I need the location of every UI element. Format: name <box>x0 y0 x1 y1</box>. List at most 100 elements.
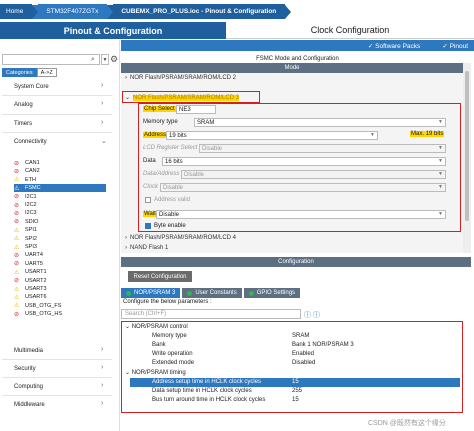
peripheral-item[interactable]: ⊘ USART2 <box>14 277 106 285</box>
disabled-icon: ⊘ <box>14 210 20 217</box>
peripheral-label: I2C3 <box>25 210 37 217</box>
category-view-tabs: Categories A->Z <box>2 68 57 77</box>
reset-configuration-button[interactable]: Reset Configuration <box>128 271 192 282</box>
param-name: Bank <box>152 342 166 348</box>
tab-user-constants[interactable]: User Constants <box>182 288 242 298</box>
peripheral-item[interactable]: ⚠ SPI1 <box>14 226 106 234</box>
tab-pinout-configuration[interactable]: Pinout & Configuration <box>0 22 226 39</box>
chip-select-field[interactable]: NE3 <box>176 105 216 114</box>
category-security[interactable]: Security <box>14 366 36 372</box>
peripheral-item[interactable]: ⚠ ETH <box>14 176 106 184</box>
pinout-menu[interactable]: ✓ Pinout <box>442 42 468 50</box>
breadcrumb-mcu[interactable]: STM32F407ZGTx <box>38 4 108 19</box>
chevron-down-icon[interactable]: ⌄ <box>101 137 107 145</box>
peripheral-item[interactable]: ⊘ SDIO <box>14 218 106 226</box>
param-value[interactable]: Disabled <box>292 360 315 366</box>
chevron-right-icon[interactable]: › <box>101 400 103 407</box>
configure-instructions: Configure the below parameters : <box>123 299 212 305</box>
group-nor-psram-control[interactable]: ⌄ NOR/PSRAM control <box>125 323 188 330</box>
peripheral-item[interactable]: ⊘ UART5 <box>14 260 106 268</box>
peripheral-item[interactable]: ⚠ USART6 <box>14 293 106 301</box>
clock-select[interactable]: Disable ▼ <box>160 183 446 192</box>
software-packs-menu[interactable]: ✓ Software Packs <box>368 42 420 50</box>
param-value[interactable]: 15 <box>292 397 299 403</box>
chevron-right-icon[interactable]: › <box>125 245 127 251</box>
peripheral-item[interactable]: ⚠ USART1 <box>14 268 106 276</box>
peripheral-item[interactable]: ⊘ I2C1 <box>14 193 106 201</box>
tab-gpio-settings[interactable]: GPIO Settings <box>243 288 301 298</box>
category-system-core[interactable]: System Core <box>14 84 49 90</box>
disabled-icon: ⊘ <box>14 160 20 167</box>
peripheral-item[interactable]: ⊘ UART4 <box>14 251 106 259</box>
chevron-right-icon[interactable]: › <box>101 364 103 371</box>
status-ok-icon <box>126 290 131 296</box>
address-valid-checkbox[interactable]: Address valid <box>145 197 190 203</box>
wait-label: Wait <box>143 211 157 217</box>
chevron-right-icon[interactable]: › <box>101 346 103 353</box>
gear-icon[interactable]: ⚙ <box>110 54 118 65</box>
tree-node-lcd2[interactable]: › NOR Flash/PSRAM/SRAM/ROM/LCD 2 <box>125 75 236 81</box>
disabled-icon: ⊘ <box>14 168 20 175</box>
peripheral-item[interactable]: ⚠ FSMC <box>14 184 106 193</box>
peripheral-label: USB_OTG_FS <box>25 302 62 309</box>
chevron-right-icon[interactable]: › <box>101 119 103 126</box>
peripheral-item[interactable]: ⊘ CAN1 <box>14 159 106 167</box>
peripheral-label: SPI2 <box>25 235 37 242</box>
category-connectivity[interactable]: Connectivity <box>14 139 47 145</box>
divider <box>2 114 112 115</box>
peripheral-item[interactable]: ⊘ I2C2 <box>14 201 106 209</box>
peripheral-item[interactable]: ⊘ I2C3 <box>14 209 106 217</box>
tree-node-lcd4[interactable]: › NOR Flash/PSRAM/SRAM/ROM/LCD 4 <box>125 235 236 241</box>
config-search-input[interactable]: Search (Ctrl+F) <box>121 309 301 319</box>
chevron-down-icon[interactable]: ▼ <box>101 54 109 65</box>
tab-clock-configuration[interactable]: Clock Configuration <box>226 22 474 39</box>
peripheral-item[interactable]: ⚠ SPI2 <box>14 235 106 243</box>
config-tabs: NOR/PSRAM 3 User Constants GPIO Settings <box>121 288 301 298</box>
tab-a-z[interactable]: A->Z <box>36 68 57 77</box>
peripheral-item[interactable]: ⊘ CAN2 <box>14 167 106 175</box>
tree-node-nand1[interactable]: › NAND Flash 1 <box>125 245 168 251</box>
group-nor-psram-timing[interactable]: ⌄ NOR/PSRAM timing <box>125 369 186 376</box>
wait-select[interactable]: Disable ▼ <box>156 210 446 219</box>
category-timers[interactable]: Timers <box>14 121 32 127</box>
checkbox-icon <box>145 197 151 203</box>
scrollbar-thumb[interactable] <box>465 71 469 221</box>
param-value[interactable]: 255 <box>292 388 302 394</box>
breadcrumb-home[interactable]: Home <box>0 4 33 19</box>
chevron-right-icon[interactable]: › <box>125 75 127 81</box>
byte-enable-checkbox[interactable]: Byte enable <box>145 223 186 229</box>
peripheral-item[interactable]: ⚠ SPI3 <box>14 243 106 251</box>
data-select[interactable]: 16 bits ▼ <box>162 157 446 166</box>
category-middleware[interactable]: Middleware <box>14 402 45 408</box>
tab-nor-psram-3[interactable]: NOR/PSRAM 3 <box>121 288 181 298</box>
category-analog[interactable]: Analog <box>14 102 33 108</box>
param-value[interactable]: Bank 1 NOR/PSRAM 3 <box>292 342 354 348</box>
chevron-right-icon[interactable]: › <box>101 82 103 89</box>
chevron-right-icon[interactable]: › <box>101 100 103 107</box>
chevron-right-icon[interactable]: › <box>101 382 103 389</box>
chip-select-label: Chip Select <box>143 106 176 112</box>
info-icon[interactable]: ⓘ ⓘ <box>304 310 320 320</box>
param-value[interactable]: Enabled <box>292 351 314 357</box>
address-select[interactable]: 19 bits ▼ <box>166 131 378 140</box>
memory-type-select[interactable]: SRAM ▼ <box>194 118 446 127</box>
data-address-select[interactable]: Disable ▼ <box>181 170 446 179</box>
peripheral-search-input[interactable]: ⌕ <box>2 54 100 65</box>
category-multimedia[interactable]: Multimedia <box>14 348 43 354</box>
lcd-register-select-select[interactable]: Disable ▼ <box>199 144 446 153</box>
peripheral-label: UART5 <box>25 260 43 267</box>
peripheral-label: UART4 <box>25 252 43 259</box>
chevron-right-icon[interactable]: › <box>125 235 127 241</box>
breadcrumb-file[interactable]: CUBEMX_PRO_PLUS.ioc - Pinout & Configura… <box>113 4 286 19</box>
peripheral-item[interactable]: ⚠ USB_OTG_FS <box>14 302 106 310</box>
search-icon[interactable]: ⌕ <box>91 56 95 64</box>
param-name: Write operation <box>152 351 193 357</box>
mode-scrollbar[interactable] <box>463 63 471 253</box>
param-name: Extended mode <box>152 360 195 366</box>
param-value[interactable]: SRAM <box>292 333 309 339</box>
param-value[interactable]: 15 <box>292 379 299 385</box>
peripheral-item[interactable]: ⊘ USB_OTG_HS <box>14 310 106 318</box>
category-computing[interactable]: Computing <box>14 384 43 390</box>
tab-categories[interactable]: Categories <box>2 68 37 77</box>
peripheral-item[interactable]: ⚠ USART3 <box>14 285 106 293</box>
